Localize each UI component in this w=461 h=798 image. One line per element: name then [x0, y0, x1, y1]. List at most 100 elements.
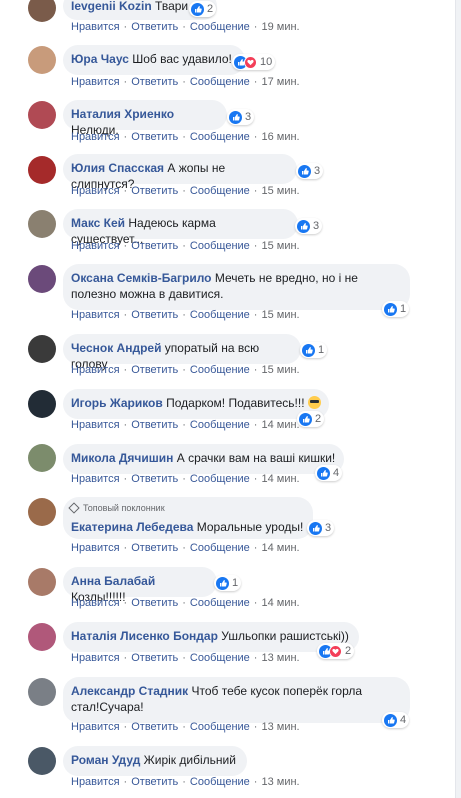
message-link[interactable]: Сообщение [190, 76, 250, 88]
comment-author[interactable]: Екатерина Лебедева [71, 520, 193, 534]
like-link[interactable]: Нравится [71, 131, 120, 143]
reply-link[interactable]: Ответить [131, 776, 178, 788]
reply-link[interactable]: Ответить [131, 419, 178, 431]
like-link[interactable]: Нравится [71, 21, 120, 33]
reply-link[interactable]: Ответить [131, 309, 178, 321]
reply-link[interactable]: Ответить [131, 652, 178, 664]
message-link[interactable]: Сообщение [190, 652, 250, 664]
comment-time[interactable]: 13 мин. [261, 652, 299, 664]
avatar[interactable] [28, 0, 56, 22]
reaction-summary[interactable]: 3 [296, 163, 324, 179]
reaction-count: 3 [325, 522, 332, 534]
comment-time[interactable]: 15 мин. [261, 364, 299, 376]
comment-time[interactable]: 15 мин. [261, 309, 299, 321]
message-link[interactable]: Сообщение [190, 21, 250, 33]
comment-time[interactable]: 14 мин. [261, 473, 299, 485]
reply-link[interactable]: Ответить [131, 473, 178, 485]
reaction-summary[interactable]: 2 [189, 1, 217, 17]
message-link[interactable]: Сообщение [190, 542, 250, 554]
like-link[interactable]: Нравится [71, 776, 120, 788]
comment-time[interactable]: 19 мин. [261, 21, 299, 33]
comment-author[interactable]: Юлия Спасская [71, 161, 164, 175]
like-link[interactable]: Нравится [71, 652, 120, 664]
reply-link[interactable]: Ответить [131, 131, 178, 143]
like-link[interactable]: Нравится [71, 542, 120, 554]
message-link[interactable]: Сообщение [190, 364, 250, 376]
avatar[interactable] [28, 568, 56, 596]
avatar[interactable] [28, 390, 56, 418]
comment-time[interactable]: 14 мин. [261, 542, 299, 554]
reaction-summary[interactable]: 1 [382, 301, 410, 317]
message-link[interactable]: Сообщение [190, 185, 250, 197]
avatar[interactable] [28, 101, 56, 129]
reaction-summary[interactable]: 3 [227, 109, 255, 125]
comment-author[interactable]: Наталія Лисенко Бондар [71, 629, 218, 643]
reply-link[interactable]: Ответить [131, 185, 178, 197]
message-link[interactable]: Сообщение [190, 240, 250, 252]
like-link[interactable]: Нравится [71, 185, 120, 197]
avatar[interactable] [28, 444, 56, 472]
avatar[interactable] [28, 156, 56, 184]
message-link[interactable]: Сообщение [190, 597, 250, 609]
avatar[interactable] [28, 335, 56, 363]
comment-time[interactable]: 15 мин. [261, 185, 299, 197]
scrollbar-track[interactable] [456, 0, 461, 798]
avatar[interactable] [28, 498, 56, 526]
reply-link[interactable]: Ответить [131, 21, 178, 33]
comment-author[interactable]: Ievgenii Kozin [71, 0, 152, 13]
reply-link[interactable]: Ответить [131, 542, 178, 554]
comment-time[interactable]: 16 мин. [261, 131, 299, 143]
comment-time[interactable]: 17 мин. [261, 76, 299, 88]
like-link[interactable]: Нравится [71, 240, 120, 252]
comment-author[interactable]: Игорь Жариков [71, 396, 163, 410]
message-link[interactable]: Сообщение [190, 131, 250, 143]
like-link[interactable]: Нравится [71, 419, 120, 431]
like-link[interactable]: Нравится [71, 364, 120, 376]
reaction-summary[interactable]: 4 [315, 465, 343, 481]
comment-author[interactable]: Роман Удуд [71, 753, 140, 767]
comment-author[interactable]: Анна Балабай [71, 574, 155, 588]
reaction-summary[interactable]: 2 [297, 411, 325, 427]
comment-author[interactable]: Оксана Семків-Багрило [71, 271, 212, 285]
separator: · [182, 309, 186, 321]
avatar[interactable] [28, 46, 56, 74]
comment-time[interactable]: 14 мин. [261, 419, 299, 431]
like-link[interactable]: Нравится [71, 597, 120, 609]
reply-link[interactable]: Ответить [131, 364, 178, 376]
reaction-summary[interactable]: 3 [307, 520, 335, 536]
reply-link[interactable]: Ответить [131, 76, 178, 88]
reaction-summary[interactable]: 10 [232, 54, 276, 70]
avatar[interactable] [28, 747, 56, 775]
reaction-summary[interactable]: 1 [214, 575, 242, 591]
comment-author[interactable]: Чеснок Андрей [71, 341, 161, 355]
comment-time[interactable]: 14 мин. [261, 597, 299, 609]
like-link[interactable]: Нравится [71, 473, 120, 485]
avatar[interactable] [28, 623, 56, 651]
reply-link[interactable]: Ответить [131, 721, 178, 733]
comment-author[interactable]: Микола Дячишин [71, 451, 173, 465]
reply-link[interactable]: Ответить [131, 597, 178, 609]
like-link[interactable]: Нравится [71, 309, 120, 321]
like-link[interactable]: Нравится [71, 721, 120, 733]
message-link[interactable]: Сообщение [190, 776, 250, 788]
message-link[interactable]: Сообщение [190, 419, 250, 431]
like-link[interactable]: Нравится [71, 76, 120, 88]
reaction-summary[interactable]: 2 [317, 643, 355, 659]
reaction-summary[interactable]: 4 [382, 712, 410, 728]
comment-time[interactable]: 13 мин. [261, 776, 299, 788]
message-link[interactable]: Сообщение [190, 309, 250, 321]
reply-link[interactable]: Ответить [131, 240, 178, 252]
comment-author[interactable]: Наталия Хриенко [71, 107, 174, 121]
avatar[interactable] [28, 678, 56, 706]
reaction-summary[interactable]: 3 [295, 218, 323, 234]
avatar[interactable] [28, 210, 56, 238]
comment-author[interactable]: Юра Чаус [71, 52, 129, 66]
message-link[interactable]: Сообщение [190, 721, 250, 733]
comment-author[interactable]: Александр Стадник [71, 684, 188, 698]
comment-time[interactable]: 13 мин. [261, 721, 299, 733]
message-link[interactable]: Сообщение [190, 473, 250, 485]
comment-time[interactable]: 15 мин. [261, 240, 299, 252]
reaction-summary[interactable]: 1 [300, 342, 328, 358]
avatar[interactable] [28, 265, 56, 293]
comment-author[interactable]: Макс Кей [71, 216, 125, 230]
